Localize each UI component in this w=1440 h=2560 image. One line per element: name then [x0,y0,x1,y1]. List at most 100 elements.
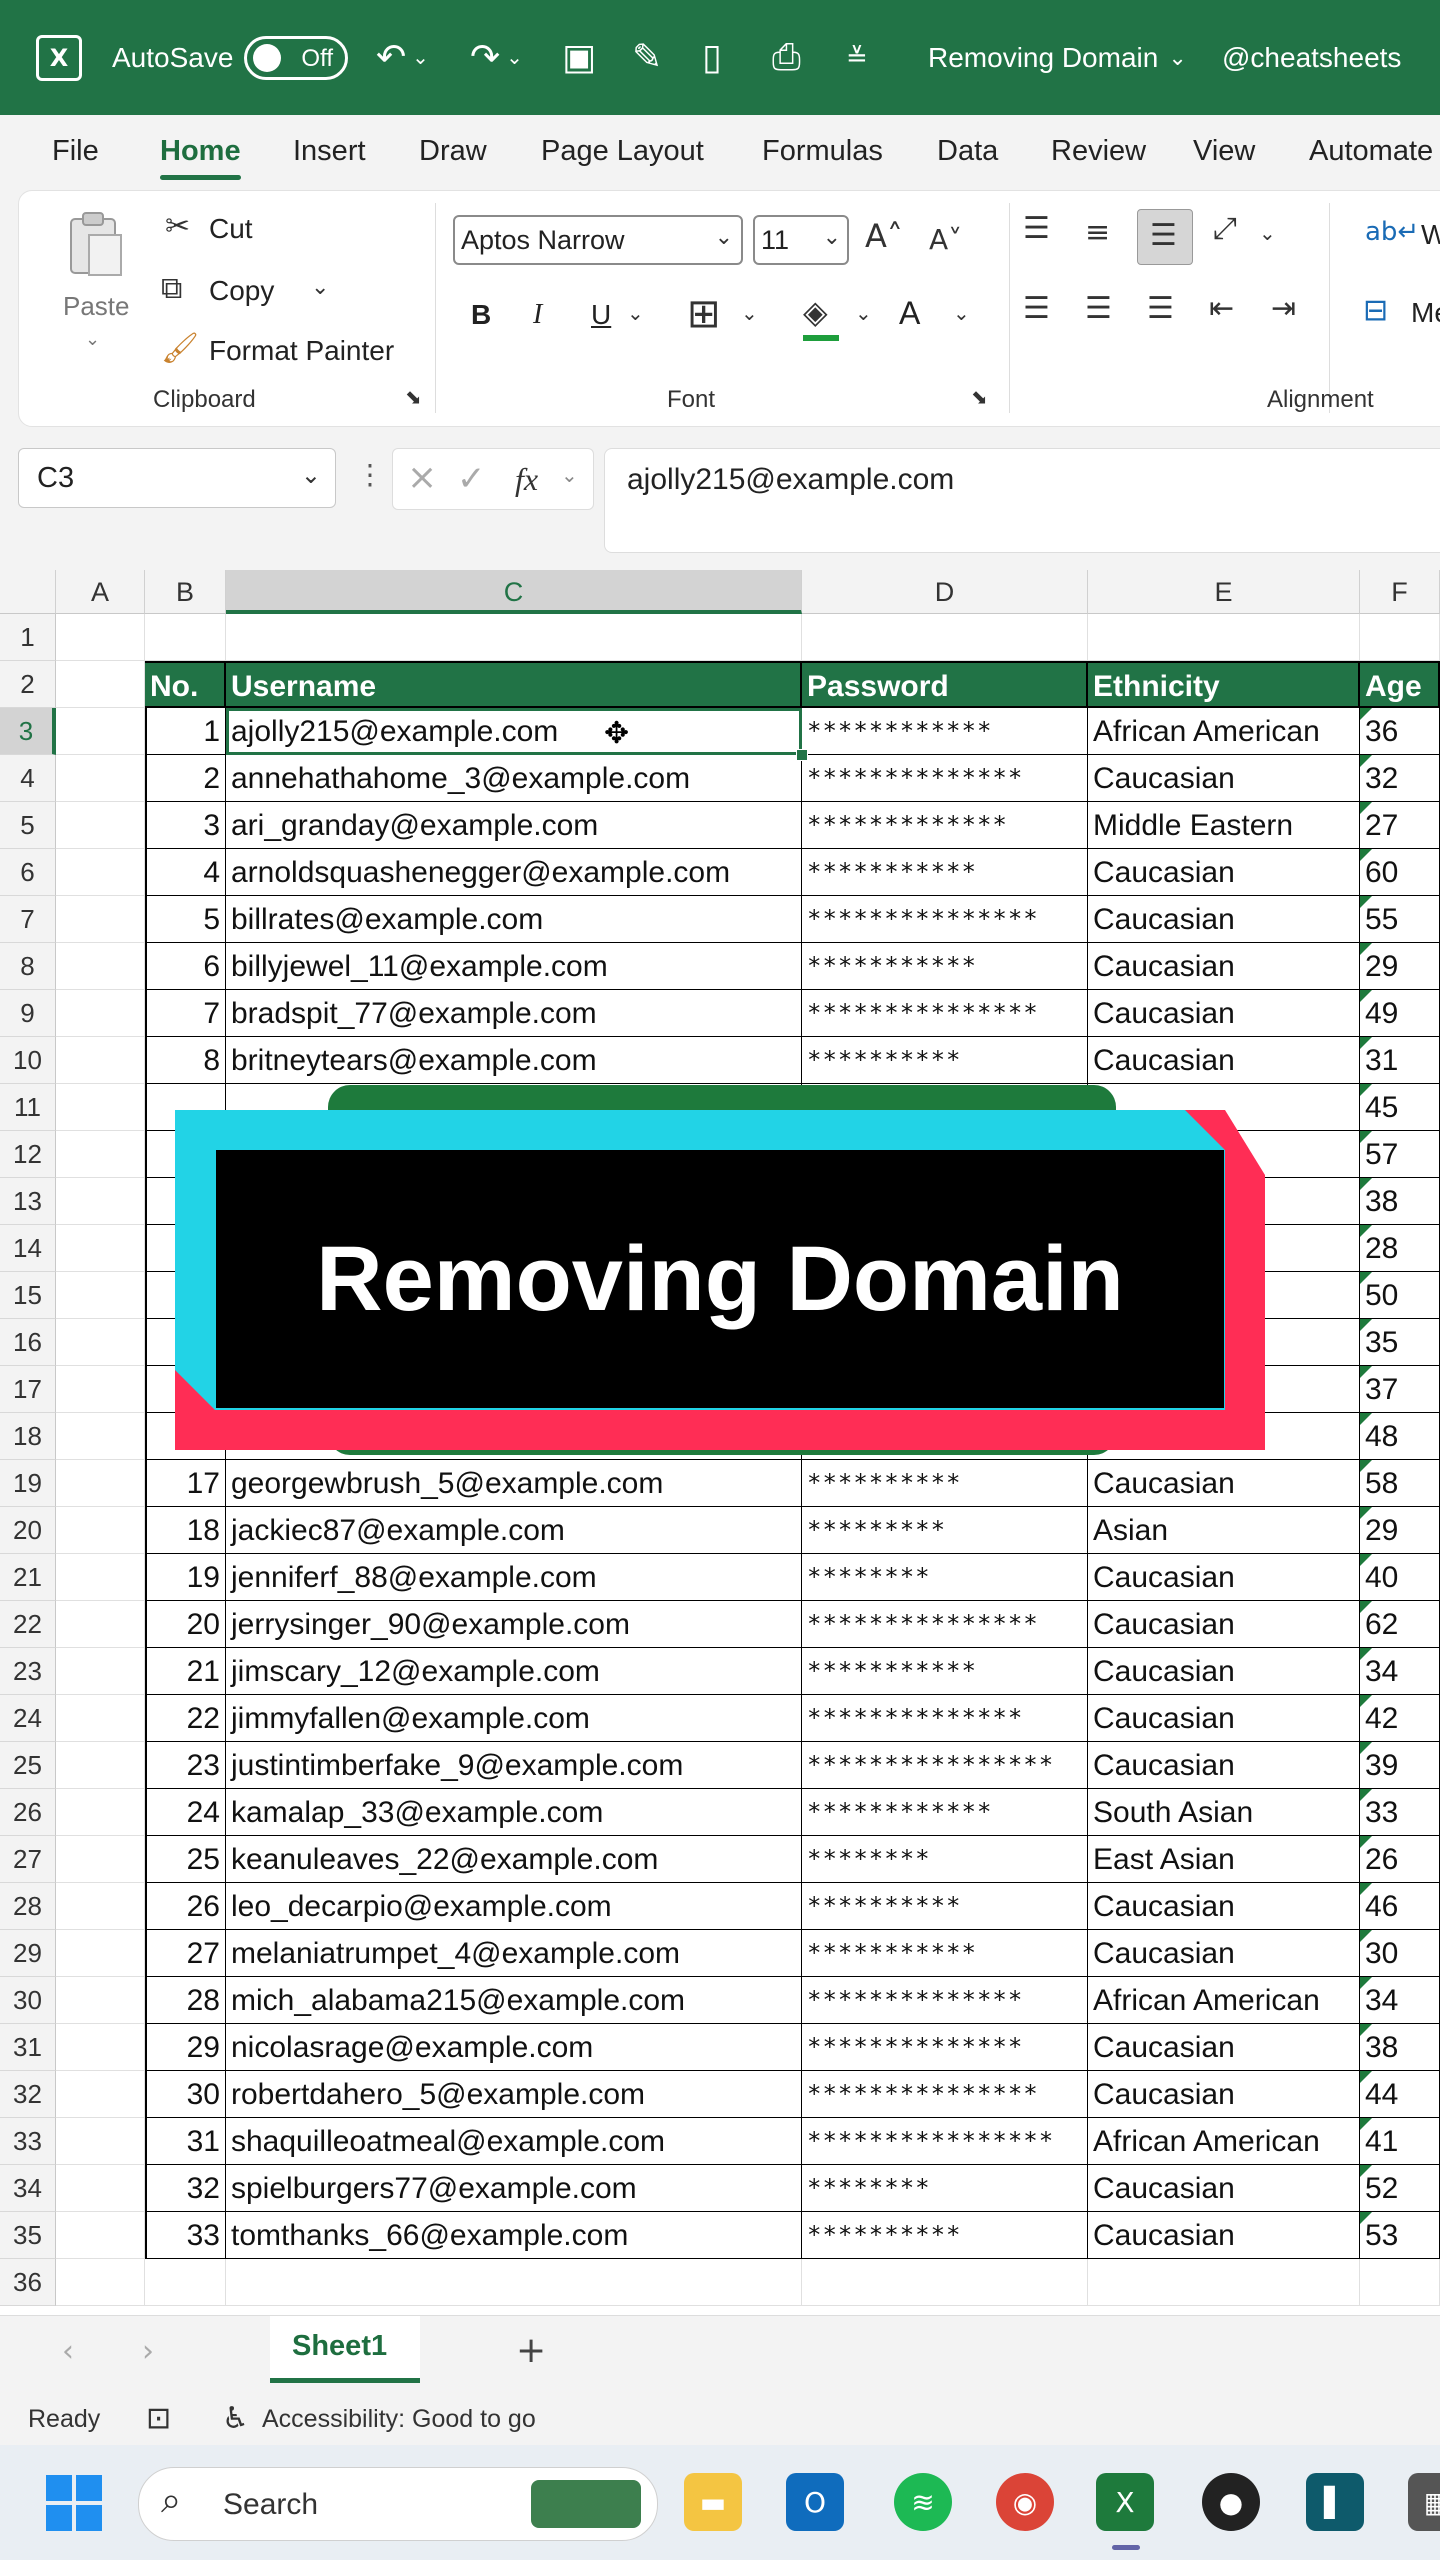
ethnicity-cell[interactable]: Caucasian [1088,849,1360,896]
grid-cell[interactable] [56,614,145,661]
grid-cell[interactable] [56,1413,145,1460]
row-number-cell[interactable]: 29 [145,2024,226,2071]
username-cell[interactable]: arnoldsquashenegger@example.com [226,849,802,896]
tab-page-layout[interactable]: Page Layout [541,135,704,168]
row-number-cell[interactable]: 26 [145,1883,226,1930]
ethnicity-cell[interactable]: Middle Eastern [1088,802,1360,849]
password-cell[interactable] [802,1272,1088,1319]
ethnicity-cell[interactable]: Caucasian [1088,1742,1360,1789]
row-header[interactable]: 19 [0,1460,56,1507]
tab-insert[interactable]: Insert [293,135,366,168]
top-align-icon[interactable]: ☰ [1023,211,1050,246]
username-cell[interactable]: jerrysinger_90@example.com [226,1601,802,1648]
font-name-select[interactable]: Aptos Narrow ⌄ [453,215,743,265]
grid-cell[interactable] [1360,2259,1440,2306]
table-header-cell[interactable]: No. [145,661,226,708]
row-number-cell[interactable] [145,1084,226,1131]
row-number-cell[interactable]: 6 [145,943,226,990]
password-cell[interactable]: ************** [802,1695,1088,1742]
password-cell[interactable] [802,1178,1088,1225]
ethnicity-cell[interactable]: Caucasian [1088,990,1360,1037]
age-cell[interactable]: 29 [1360,1507,1440,1554]
password-cell[interactable]: **************** [802,2118,1088,2165]
row-number-cell[interactable]: 2 [145,755,226,802]
username-cell[interactable] [226,1319,802,1366]
column-header-b[interactable]: B [145,570,226,614]
accessibility-status[interactable]: Accessibility: Good to go [262,2405,536,2434]
copy-button[interactable]: Copy [209,275,274,307]
row-header[interactable]: 23 [0,1648,56,1695]
row-number-cell[interactable]: 18 [145,1507,226,1554]
shrink-font-icon[interactable]: A˅ [929,223,962,256]
decrease-indent-icon[interactable]: ⇤ [1209,291,1234,326]
wrap-text-icon[interactable]: ab↵ [1365,217,1419,247]
grid-cell[interactable] [56,2259,145,2306]
paste-label[interactable]: Paste [63,291,130,322]
orientation-dropdown-icon[interactable]: ⌄ [1259,221,1276,245]
username-cell[interactable]: robertdahero_5@example.com [226,2071,802,2118]
age-cell[interactable]: 44 [1360,2071,1440,2118]
tab-formulas[interactable]: Formulas [762,135,883,168]
age-cell[interactable]: 26 [1360,1836,1440,1883]
password-cell[interactable]: ******** [802,1836,1088,1883]
format-painter-icon[interactable]: 🖌 [161,331,199,366]
ethnicity-cell[interactable]: Caucasian [1088,1930,1360,1977]
grid-cell[interactable] [226,614,802,661]
password-cell[interactable]: ******** [802,1554,1088,1601]
grid-cell[interactable] [56,1601,145,1648]
grid-cell[interactable] [1088,614,1360,661]
column-header-a[interactable]: A [56,570,145,614]
row-header[interactable]: 18 [0,1413,56,1460]
function-dropdown-icon[interactable]: ⌄ [561,463,578,487]
grid-cell[interactable] [56,849,145,896]
redo-icon[interactable]: ↷ [470,37,500,78]
merge-center-button[interactable]: Me [1411,297,1440,329]
password-cell[interactable]: ******** [802,2165,1088,2212]
row-number-cell[interactable]: 32 [145,2165,226,2212]
file-explorer-icon[interactable]: ▬ [684,2473,742,2531]
row-header[interactable]: 7 [0,896,56,943]
grid-cell[interactable] [56,1507,145,1554]
row-number-cell[interactable]: 5 [145,896,226,943]
autosave-toggle[interactable]: Off [244,35,348,80]
password-cell[interactable]: *************** [802,990,1088,1037]
customize-toolbar-icon[interactable]: ≚ [846,43,868,73]
excel-taskbar-icon[interactable]: X [1096,2473,1154,2531]
undo-icon[interactable]: ↶ [376,37,406,78]
increase-indent-icon[interactable]: ⇥ [1271,291,1296,326]
grid-cell[interactable] [56,755,145,802]
paste-dropdown-icon[interactable]: ⌄ [85,329,100,350]
row-number-cell[interactable] [145,1272,226,1319]
age-cell[interactable]: 49 [1360,990,1440,1037]
outlook-icon[interactable]: O [786,2473,844,2531]
age-cell[interactable]: 38 [1360,2024,1440,2071]
grid-cell[interactable] [56,1225,145,1272]
tab-review[interactable]: Review [1051,135,1146,168]
username-cell[interactable] [226,1366,802,1413]
row-header[interactable]: 5 [0,802,56,849]
sheet-tab-sheet1[interactable]: Sheet1 [270,2316,420,2383]
row-number-cell[interactable]: 30 [145,2071,226,2118]
paste-button[interactable] [65,209,125,279]
grid-cell[interactable] [1088,2259,1360,2306]
grid-cell[interactable] [56,2071,145,2118]
username-cell[interactable]: georgewbrush_5@example.com [226,1460,802,1507]
row-header[interactable]: 20 [0,1507,56,1554]
password-cell[interactable]: *********** [802,849,1088,896]
age-cell[interactable]: 58 [1360,1460,1440,1507]
age-cell[interactable]: 57 [1360,1131,1440,1178]
row-number-cell[interactable]: 21 [145,1648,226,1695]
row-header[interactable]: 29 [0,1930,56,1977]
grid-cell[interactable] [56,2212,145,2259]
grid-cell[interactable] [145,614,226,661]
username-cell[interactable] [226,1084,802,1131]
insert-function-icon[interactable]: fx [515,461,538,498]
row-header[interactable]: 28 [0,1883,56,1930]
row-header[interactable]: 24 [0,1695,56,1742]
obs-icon[interactable]: ● [1202,2473,1260,2531]
grid-cell[interactable] [56,1789,145,1836]
ethnicity-cell[interactable]: Caucasian [1088,2024,1360,2071]
row-number-cell[interactable]: 25 [145,1836,226,1883]
row-header[interactable]: 31 [0,2024,56,2071]
tab-file[interactable]: File [52,135,99,168]
